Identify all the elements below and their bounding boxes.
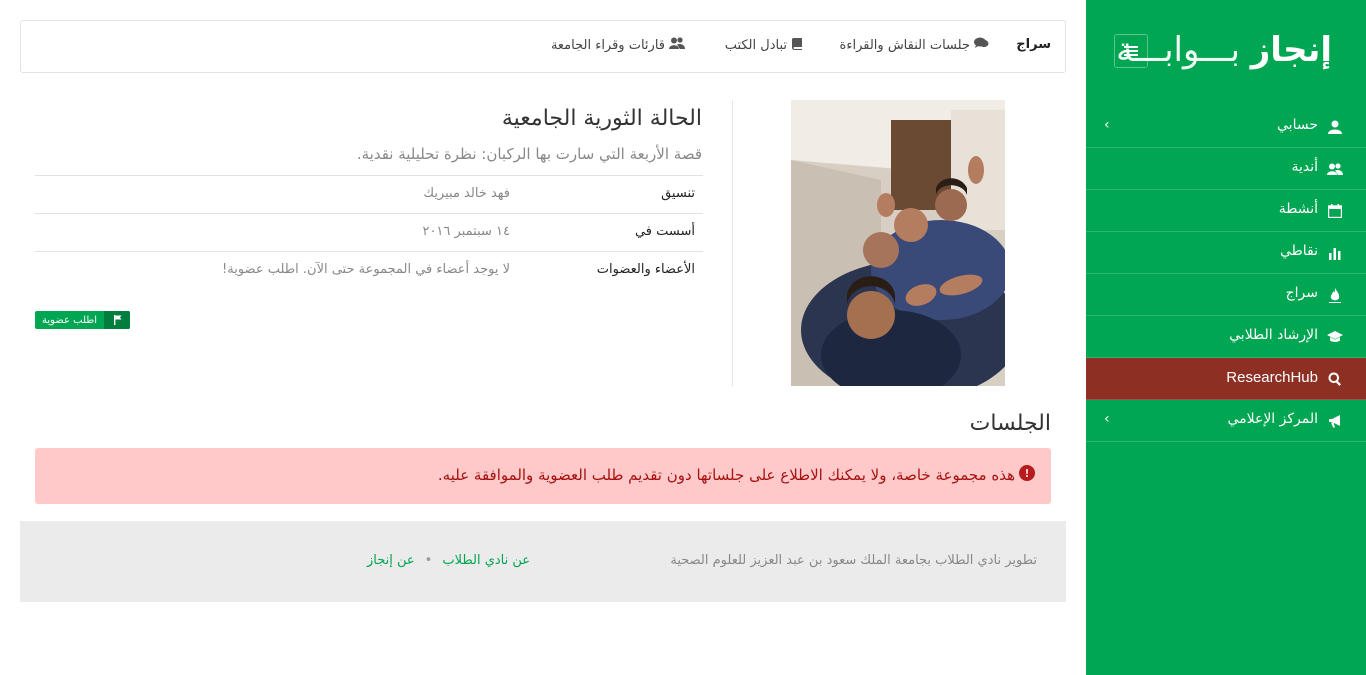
private-group-alert: ! هذه مجموعة خاصة، ولا يمكنك الاطلاع على… (35, 448, 1051, 504)
footer-separator: • (424, 553, 433, 568)
sidebar-item-my-points[interactable]: نقاطي (1086, 232, 1366, 274)
group-title: الحالة الثورية الجامعية (501, 106, 702, 131)
menu-toggle-button[interactable] (1114, 34, 1148, 68)
brand: إنجاز بـــوابـــة (1086, 28, 1366, 74)
brand-bold: إنجاز (1250, 30, 1332, 70)
chevron-icon: › (1104, 411, 1110, 427)
sidebar-item-label: نقاطي (1279, 243, 1318, 259)
info-key: الأعضاء والعضوات (596, 262, 695, 277)
sidebar-item-label: الإرشاد الطلابي (1229, 327, 1318, 343)
sidebar-nav: حسابي › أندية أنشطة نقاطي سراج الإرشاد ا… (1086, 106, 1366, 442)
tab-label: جلسات النقاش والقراءة (839, 37, 970, 53)
request-membership-label: اطلب عضوية (42, 314, 97, 326)
user-icon (1326, 118, 1344, 136)
alert-text: هذه مجموعة خاصة، ولا يمكنك الاطلاع على ج… (437, 466, 1015, 484)
sidebar-item-clubs[interactable]: أندية (1086, 148, 1366, 190)
bullhorn-icon (1326, 412, 1344, 430)
sidebar-item-media-center[interactable]: المركز الإعلامي › (1086, 400, 1366, 442)
flame-icon (1326, 286, 1344, 304)
tab-label: قارئات وقراء الجامعة (550, 37, 665, 53)
chevron-icon: › (1104, 117, 1110, 133)
tab-label: سراج (1016, 37, 1051, 52)
sidebar-item-label: المركز الإعلامي (1227, 411, 1318, 427)
bar-chart-icon (1326, 244, 1344, 262)
sidebar-item-label: ResearchHub (1226, 369, 1318, 386)
hamburger-icon (1124, 45, 1138, 57)
info-row-founded: أسست في ١٤ سبتمبر ٢٠١٦ (35, 213, 703, 251)
footer-link-students-club[interactable]: عن نادي الطلاب (442, 553, 530, 568)
users-icon (1326, 160, 1344, 178)
info-row-coordinator: تنسيق فهد خالد مبيريك (35, 175, 703, 213)
flag-icon (104, 311, 130, 329)
info-value: لا يوجد أعضاء في المجموعة حتى الآن. اطلب… (222, 262, 510, 277)
sidebar-item-label: حسابي (1277, 117, 1318, 133)
sidebar-item-my-account[interactable]: حسابي › (1086, 106, 1366, 148)
group-subtitle: قصة الأربعة التي سارت بها الركبان: نظرة … (356, 145, 702, 163)
top-tab-bar: سراج جلسات النقاش والقراءة تبادل الكتب ق… (20, 20, 1066, 73)
sidebar-item-label: سراج (1285, 285, 1318, 301)
info-key: أسست في (634, 224, 695, 239)
footer-credit: تطوير نادي الطلاب بجامعة الملك سعود بن ع… (670, 553, 1037, 568)
request-membership-button[interactable]: اطلب عضوية (35, 311, 130, 329)
footer: تطوير نادي الطلاب بجامعة الملك سعود بن ع… (20, 521, 1066, 602)
graduation-cap-icon (1326, 328, 1344, 346)
tab-reading-sessions[interactable]: جلسات النقاش والقراءة (840, 37, 989, 53)
info-value: فهد خالد مبيريك (423, 186, 510, 201)
users-icon (669, 37, 685, 53)
sidebar: إنجاز بـــوابـــة حسابي › أندية أنشطة نق… (1086, 0, 1366, 675)
calendar-icon (1326, 202, 1344, 220)
sidebar-item-siraj[interactable]: سراج (1086, 274, 1366, 316)
group-info-table: تنسيق فهد خالد مبيريك أسست في ١٤ سبتمبر … (35, 175, 703, 289)
sidebar-item-label: أندية (1291, 159, 1318, 175)
info-key: تنسيق (661, 186, 695, 201)
sidebar-item-researchhub[interactable]: ResearchHub (1086, 358, 1366, 400)
info-row-members: الأعضاء والعضوات لا يوجد أعضاء في المجمو… (35, 251, 703, 289)
exclamation-circle-icon: ! (1019, 465, 1035, 481)
tab-university-readers[interactable]: قارئات وقراء الجامعة (551, 37, 685, 53)
sidebar-item-label: أنشطة (1278, 201, 1318, 217)
group-photo (791, 100, 1005, 386)
info-value: ١٤ سبتمبر ٢٠١٦ (422, 224, 510, 239)
sidebar-item-activities[interactable]: أنشطة (1086, 190, 1366, 232)
sidebar-item-student-guidance[interactable]: الإرشاد الطلابي (1086, 316, 1366, 358)
tab-label: تبادل الكتب (724, 38, 787, 53)
brand-logo[interactable]: إنجاز بـــوابـــة (1116, 30, 1332, 70)
sessions-title: الجلسات (969, 411, 1051, 436)
comments-icon (974, 37, 989, 53)
tab-siraj[interactable]: سراج (1016, 37, 1051, 52)
search-icon (1326, 370, 1344, 388)
footer-links: عن نادي الطلاب • عن إنجاز (367, 553, 530, 568)
footer-link-about-injaz[interactable]: عن إنجاز (367, 553, 415, 568)
book-icon (791, 37, 803, 54)
tab-book-exchange[interactable]: تبادل الكتب (725, 37, 803, 54)
vertical-divider (732, 100, 733, 386)
